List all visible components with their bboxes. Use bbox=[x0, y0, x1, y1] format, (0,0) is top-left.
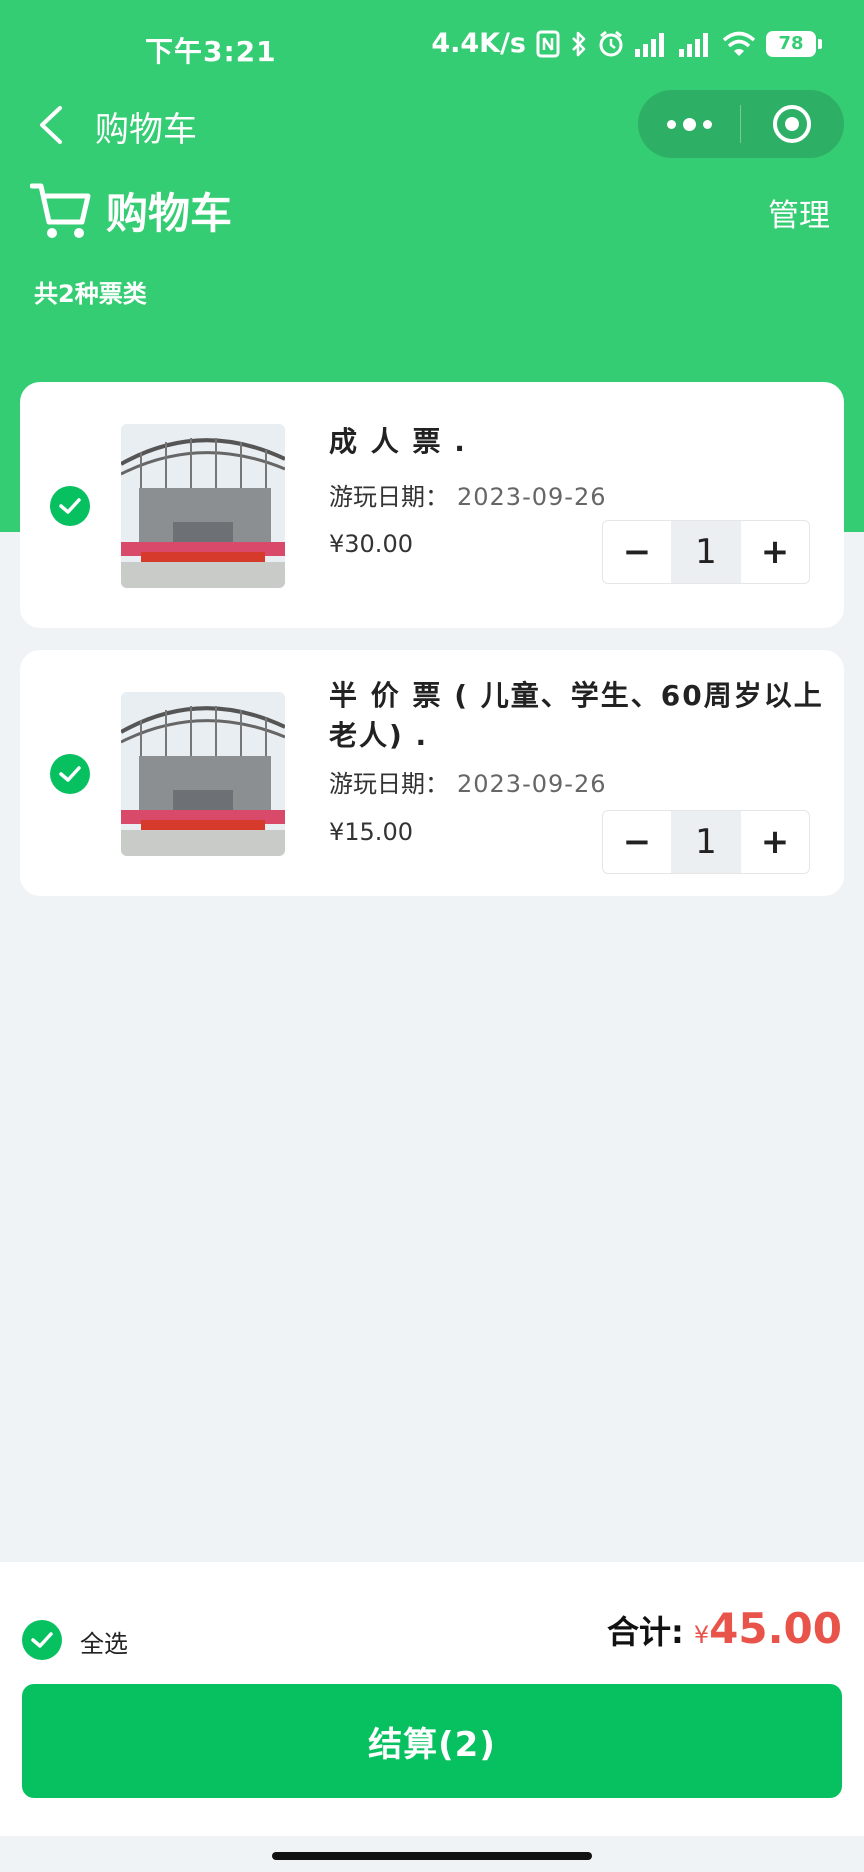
bridge-photo-icon bbox=[121, 692, 285, 856]
cart-header: 购物车 bbox=[30, 180, 232, 241]
battery-icon: 78 bbox=[766, 30, 822, 57]
play-date: 游玩日期： 2023-09-26 bbox=[329, 477, 606, 512]
play-date-label: 游玩日期： bbox=[329, 770, 449, 798]
alarm-icon bbox=[599, 30, 623, 56]
quantity-stepper: − 1 + bbox=[602, 810, 810, 874]
select-all-checkbox[interactable] bbox=[22, 1620, 62, 1660]
checkmark-icon bbox=[31, 1632, 53, 1648]
checkout-button[interactable]: 结算(2) bbox=[22, 1684, 842, 1798]
ticket-name: 半 价 票 ( 儿童、学生、60周岁以上老人) . bbox=[329, 679, 824, 752]
bluetooth-icon bbox=[572, 31, 586, 56]
nfc-icon bbox=[536, 30, 560, 57]
target-circle-icon bbox=[773, 105, 811, 143]
mini-program-capsule bbox=[638, 90, 844, 158]
status-bar: 下午3:21 4.4K/s 78 bbox=[0, 0, 864, 100]
total-amount: 45.00 bbox=[709, 1604, 842, 1653]
total-price: 合计: ¥ 45.00 bbox=[607, 1604, 842, 1653]
nav-title: 购物车 bbox=[95, 110, 197, 150]
ticket-thumbnail[interactable] bbox=[121, 424, 285, 588]
more-options-button[interactable] bbox=[638, 90, 740, 158]
play-date-value: 2023-09-26 bbox=[457, 770, 607, 798]
play-date-label: 游玩日期： bbox=[329, 483, 449, 511]
checkmark-icon bbox=[59, 498, 81, 514]
quantity-value[interactable]: 1 bbox=[671, 521, 741, 583]
quantity-value[interactable]: 1 bbox=[671, 811, 741, 873]
close-mini-program-button[interactable] bbox=[741, 90, 843, 158]
cart-item: 成 人 票 . 游玩日期： 2023-09-26 ¥30.00 − 1 + bbox=[20, 382, 844, 628]
page-title: 购物车 bbox=[106, 189, 233, 238]
quantity-stepper: − 1 + bbox=[602, 520, 810, 584]
total-label: 合计: bbox=[607, 1613, 684, 1651]
status-time: 下午3:21 bbox=[145, 35, 277, 68]
play-date: 游玩日期： 2023-09-26 bbox=[329, 764, 606, 799]
checkmark-icon bbox=[59, 766, 81, 782]
increase-button[interactable]: + bbox=[741, 811, 809, 873]
bridge-photo-icon bbox=[121, 424, 285, 588]
home-indicator[interactable] bbox=[272, 1852, 592, 1860]
battery-level: 78 bbox=[766, 30, 816, 57]
decrease-button[interactable]: − bbox=[603, 521, 671, 583]
ticket-price: ¥15.00 bbox=[329, 818, 413, 846]
manage-button[interactable]: 管理 bbox=[768, 190, 830, 235]
back-arrow-icon[interactable] bbox=[28, 100, 78, 150]
ticket-price: ¥30.00 bbox=[329, 530, 413, 558]
total-currency: ¥ bbox=[693, 1621, 710, 1649]
wifi-icon bbox=[722, 31, 756, 56]
ticket-name: 成 人 票 . bbox=[329, 425, 467, 458]
signal-icon-1 bbox=[635, 32, 664, 57]
signal-icon-2 bbox=[679, 32, 708, 57]
item-checkbox[interactable] bbox=[50, 486, 90, 526]
ticket-type-count: 共2种票类 bbox=[34, 280, 147, 308]
status-icons: 4.4K/s 78 bbox=[431, 28, 822, 59]
checkout-bar: 全选 合计: ¥ 45.00 结算(2) bbox=[0, 1562, 864, 1836]
increase-button[interactable]: + bbox=[741, 521, 809, 583]
shopping-cart-icon bbox=[30, 183, 91, 238]
network-speed: 4.4K/s bbox=[431, 28, 526, 59]
select-all-label[interactable]: 全选 bbox=[80, 1624, 128, 1659]
cart-item: 半 价 票 ( 儿童、学生、60周岁以上老人) . 游玩日期： 2023-09-2… bbox=[20, 650, 844, 896]
play-date-value: 2023-09-26 bbox=[457, 483, 607, 511]
item-checkbox[interactable] bbox=[50, 754, 90, 794]
ticket-thumbnail[interactable] bbox=[121, 692, 285, 856]
decrease-button[interactable]: − bbox=[603, 811, 671, 873]
